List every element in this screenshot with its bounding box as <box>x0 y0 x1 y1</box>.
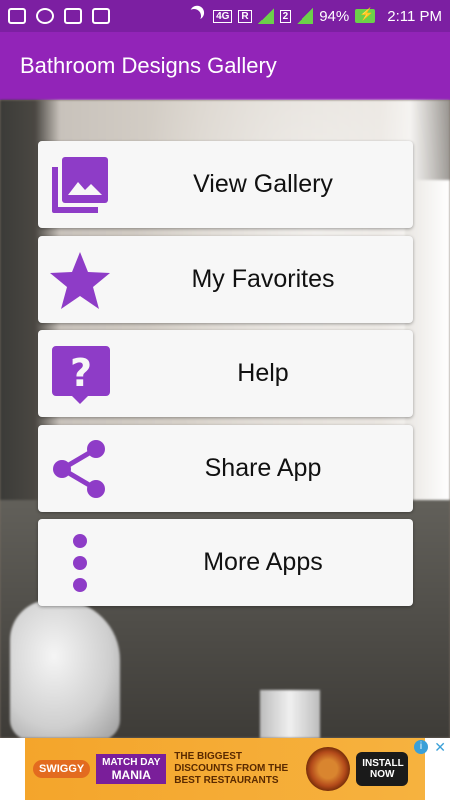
ad-content[interactable]: SWIGGY MATCH DAY MANIA THE BIGGEST DISCO… <box>25 738 425 800</box>
signal2-icon <box>297 8 314 24</box>
battery-percent: 94% <box>319 7 350 25</box>
signal-icon <box>257 8 274 24</box>
install-line2: NOW <box>370 769 395 780</box>
ad-match-day: MATCH DAY <box>102 757 161 768</box>
install-line1: INSTALL <box>362 758 404 769</box>
ad-banner: SWIGGY MATCH DAY MANIA THE BIGGEST DISCO… <box>0 738 450 800</box>
sim2-indicator: 2 <box>279 9 292 23</box>
more-vert-icon <box>73 534 87 592</box>
background-sink-pedestal <box>260 690 320 738</box>
share-app-label: Share App <box>204 453 322 482</box>
share-icon <box>53 439 105 498</box>
ad-close-icon[interactable]: ✕ <box>434 739 446 756</box>
ad-text-line2: DISCOUNTS FROM THE <box>174 763 289 774</box>
more-apps-button[interactable]: More Apps <box>38 519 413 606</box>
main-menu: View Gallery My Favorites ? Help Share A… <box>38 141 413 614</box>
help-button[interactable]: ? Help <box>38 330 413 417</box>
cast-icon <box>8 8 26 24</box>
app-bar: Bathroom Designs Gallery <box>0 32 450 100</box>
install-now-button[interactable]: INSTALL NOW <box>356 752 409 786</box>
pizza-icon <box>306 747 351 791</box>
background-toilet <box>10 600 120 738</box>
ad-text-line1: THE BIGGEST <box>174 751 243 762</box>
status-bar: 4G R 2 94% 2:11 PM <box>0 0 450 32</box>
ad-mania: MANIA <box>111 768 151 782</box>
ad-swiggy-logo: SWIGGY <box>33 760 91 778</box>
ad-text-line3: BEST RESTAURANTS <box>174 775 279 786</box>
my-favorites-label: My Favorites <box>191 264 335 293</box>
help-label: Help <box>237 359 289 387</box>
android-icon <box>92 8 110 24</box>
more-apps-label: More Apps <box>203 548 323 576</box>
battery-charging-icon <box>355 7 376 23</box>
star-icon <box>50 251 110 309</box>
view-gallery-label: View Gallery <box>193 170 333 198</box>
ad-info-icon[interactable]: i <box>414 740 428 754</box>
help-bubble-icon: ? <box>52 346 110 404</box>
my-favorites-button[interactable]: My Favorites <box>38 235 413 323</box>
clock: 2:11 PM <box>387 7 442 25</box>
whatsapp-icon <box>36 8 54 24</box>
view-gallery-button[interactable]: View Gallery <box>38 141 413 228</box>
message-icon <box>64 8 82 24</box>
ad-headline: THE BIGGEST DISCOUNTS FROM THE BEST REST… <box>174 751 302 787</box>
roaming-indicator: R <box>238 9 252 23</box>
share-app-button[interactable]: Share App <box>38 424 413 512</box>
network-type: 4G <box>213 9 233 23</box>
ad-match-day-mania: MATCH DAY MANIA <box>96 754 167 784</box>
svg-text:?: ? <box>70 351 92 395</box>
app-title: Bathroom Designs Gallery <box>20 53 277 78</box>
photo-library-icon <box>52 157 108 213</box>
do-not-disturb-icon <box>185 7 203 25</box>
